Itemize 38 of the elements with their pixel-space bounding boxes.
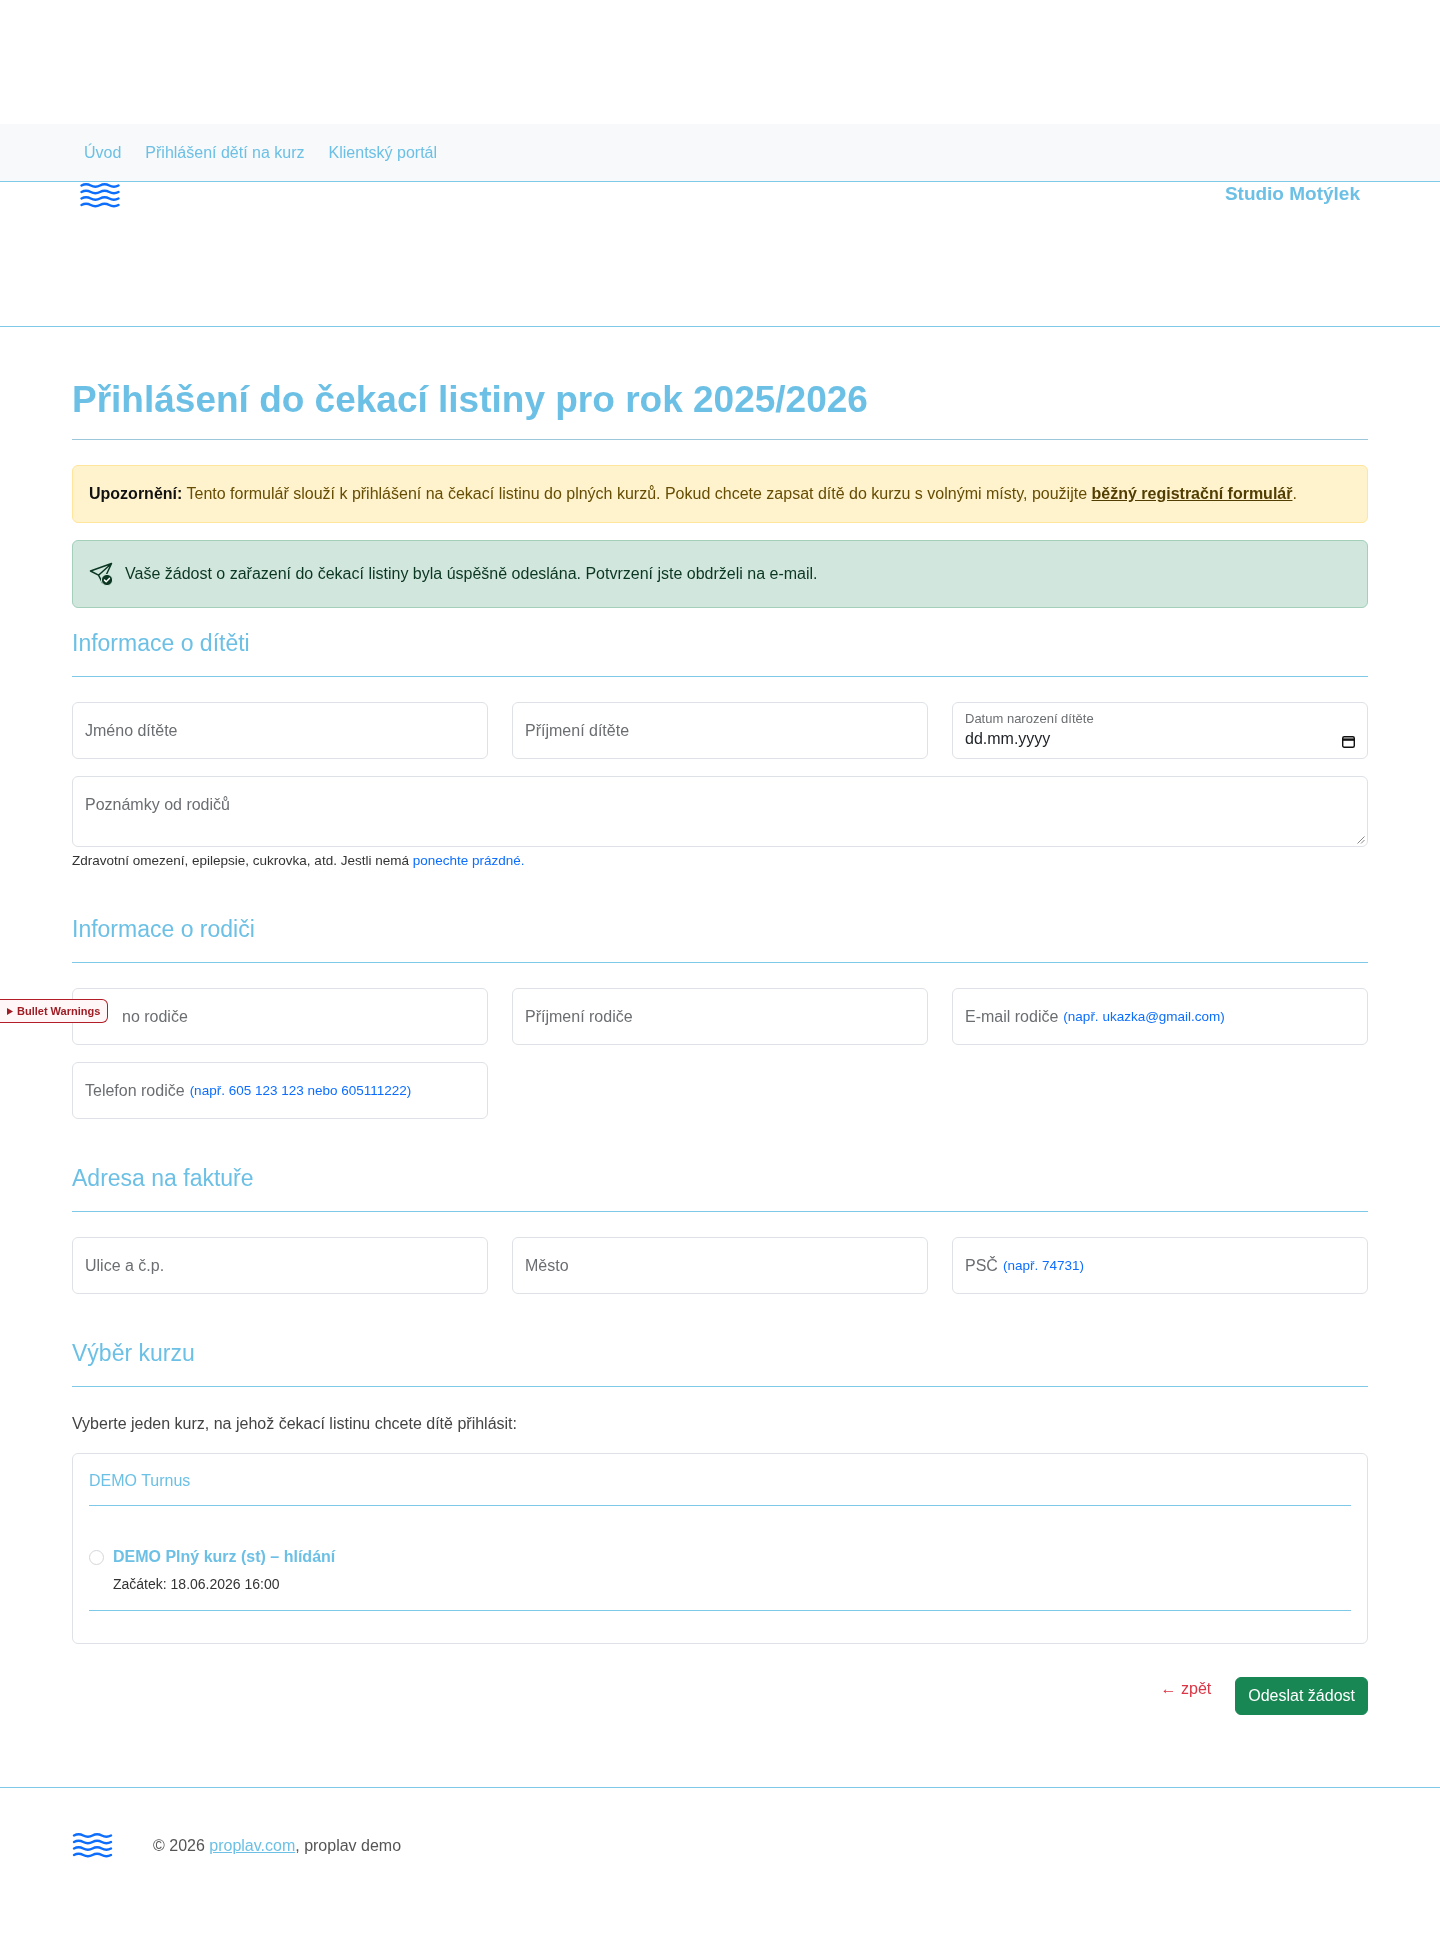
waves-logo-icon bbox=[80, 182, 120, 209]
success-text: Vaše žádost o zařazení do čekací listiny byla úspěšně odeslána. Potvrzení jste obdrželi na e-mail. bbox=[125, 564, 818, 584]
course-title: DEMO Plný kurz (st) – hlídání bbox=[113, 1547, 337, 1567]
text-field[interactable]: PSČ (např. 74731) bbox=[952, 1237, 1368, 1294]
copyright-text: © 2026 proplav.com, proplav demo bbox=[153, 1835, 402, 1856]
section-heading: Adresa na faktuře bbox=[72, 1165, 1368, 1212]
instruction-text: Vyberte jeden kurz, na jehož čekací listinu chcete dítě přihlásit: bbox=[72, 1414, 518, 1434]
resize-grip-icon[interactable] bbox=[1357, 836, 1365, 844]
example-hint: (např. ukazka@gmail.com) bbox=[1063, 1009, 1225, 1024]
example-hint: (např. 74731) bbox=[1002, 1258, 1084, 1273]
section-heading: Informace o dítěti bbox=[72, 630, 1368, 677]
text-field[interactable]: Ulice a č.p. bbox=[72, 1237, 488, 1294]
highlighted-text: ponechte prázdné. bbox=[412, 853, 525, 868]
group-title: DEMO Turnus bbox=[89, 1469, 1351, 1506]
text-field[interactable]: Příjmení rodiče bbox=[512, 988, 928, 1045]
back-link[interactable]: ← zpět bbox=[1160, 1677, 1212, 1701]
text-field[interactable]: Jméno dítěte bbox=[72, 702, 488, 759]
notes-field[interactable]: Poznámky od rodičů bbox=[72, 776, 1368, 847]
course-start-text: Začátek: 18.06.2026 16:00 bbox=[113, 1575, 281, 1594]
triangle-icon bbox=[7, 1007, 13, 1015]
waves-logo-icon bbox=[72, 1832, 113, 1859]
example-hint: (např. 605 123 123 nebo 605111222) bbox=[189, 1083, 412, 1098]
warning-text: Upozornění: Tento formulář slouží k přihlášení na čekací listinu do plných kurzů. Pokud chcete zapsat dítě do kurzu s volnými místy, použijte běžný registrační formulář. bbox=[89, 484, 1298, 504]
paper-plane-check-icon bbox=[89, 562, 113, 586]
page-title: Přihlášení do čekací listiny pro rok 2025/2026 bbox=[72, 376, 1368, 440]
date-field[interactable]: Datum narození dítěte dd.mm.yyyy bbox=[952, 702, 1368, 759]
section-heading: Výběr kurzu bbox=[72, 1340, 1368, 1387]
radio-button[interactable] bbox=[89, 1549, 104, 1565]
calendar-icon[interactable] bbox=[1342, 735, 1355, 748]
text-field[interactable]: Příjmení dítěte bbox=[512, 702, 928, 759]
text-field[interactable]: Město bbox=[512, 1237, 928, 1294]
help-text: Zdravotní omezení, epilepsie, cukrovka, atd. Jestli nemá ponechte prázdné. bbox=[72, 852, 526, 870]
registration-form-link[interactable]: běžný registrační formulář bbox=[1091, 485, 1293, 502]
text-field[interactable]: Telefon rodiče (např. 605 123 123 nebo 605111222) bbox=[72, 1062, 488, 1119]
section-heading: Informace o rodiči bbox=[72, 916, 1368, 963]
text-field[interactable]: E-mail rodiče (např. ukazka@gmail.com) bbox=[952, 988, 1368, 1045]
debug-badge[interactable]: Bullet Warnings bbox=[0, 999, 109, 1023]
submit-button[interactable]: Odeslat žádost bbox=[1235, 1677, 1368, 1715]
